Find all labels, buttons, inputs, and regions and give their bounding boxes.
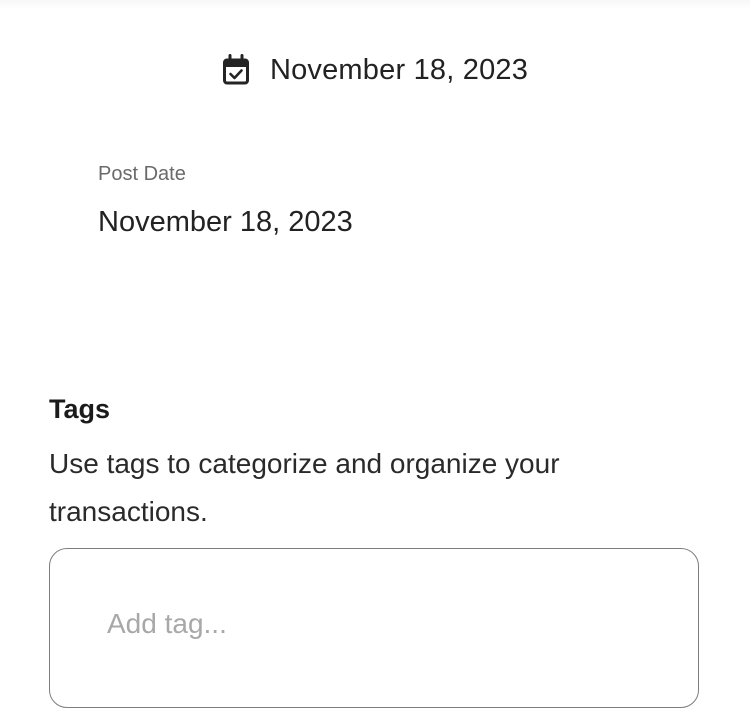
top-edge-shadow (0, 0, 750, 10)
tags-description: Use tags to categorize and organize your… (49, 448, 560, 527)
tags-heading: Tags (49, 394, 111, 424)
calendar-check-icon (222, 54, 250, 86)
post-date-value: November 18, 2023 (98, 206, 353, 238)
transaction-date: November 18, 2023 (269, 53, 529, 86)
tag-input-container[interactable] (49, 548, 699, 708)
transaction-date-row[interactable]: November 18, 2023 (0, 46, 750, 94)
add-tag-input[interactable] (107, 603, 627, 645)
post-date-label: Post Date (98, 163, 186, 185)
